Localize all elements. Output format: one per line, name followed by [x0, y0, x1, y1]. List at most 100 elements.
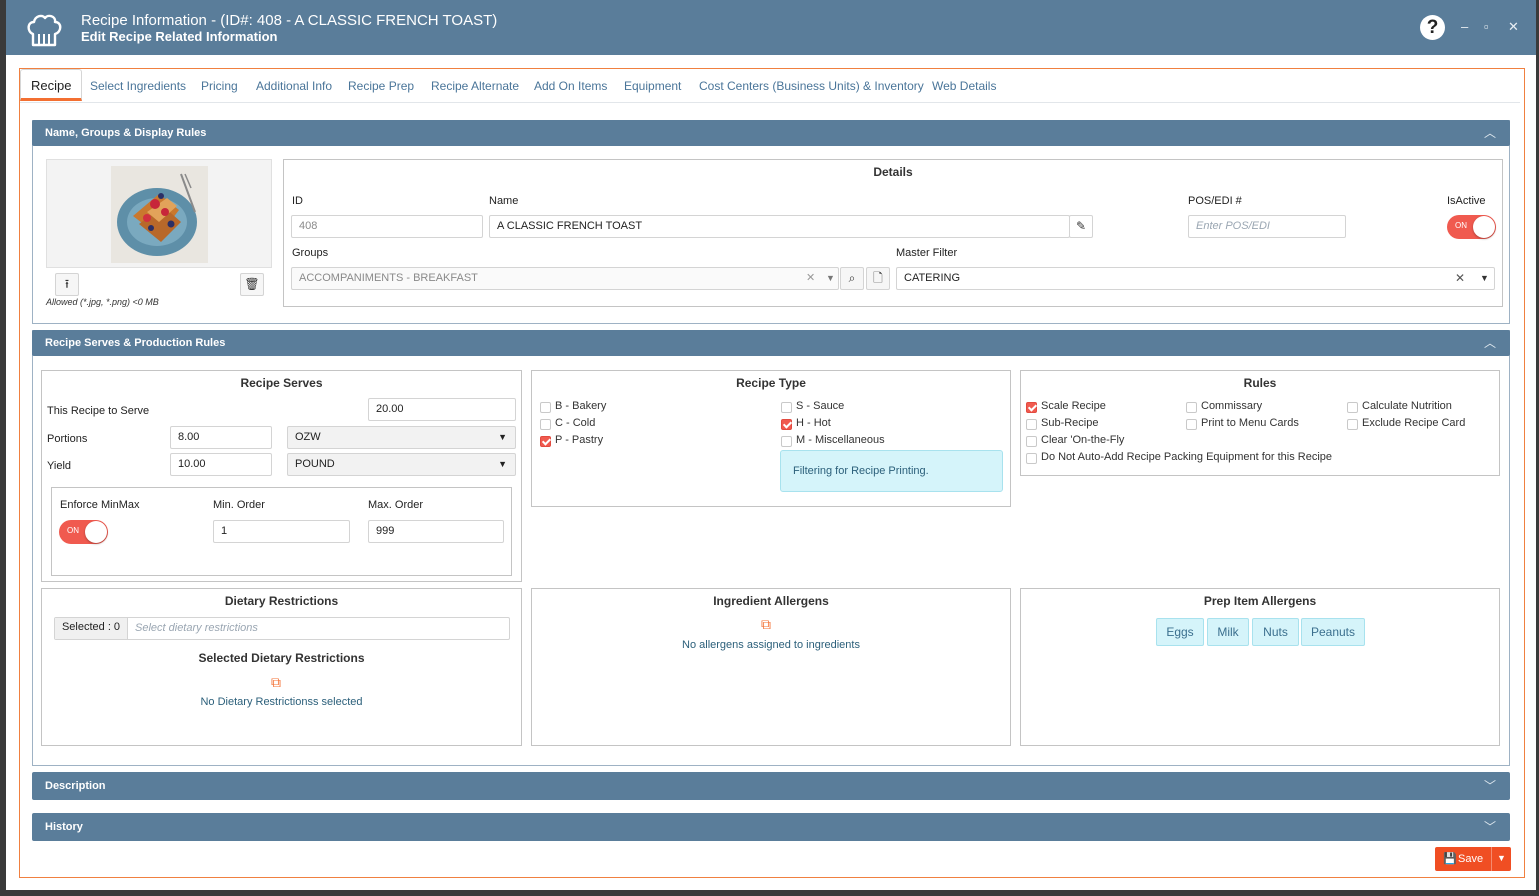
- isactive-toggle-on: ON: [1455, 221, 1467, 230]
- tab-recipe[interactable]: Recipe: [20, 69, 83, 101]
- max-order-input[interactable]: 999: [368, 520, 504, 543]
- yield-input[interactable]: 10.00: [170, 453, 272, 476]
- chevron-down-icon[interactable]: ﹀: [1484, 772, 1496, 800]
- allergen-chip[interactable]: Eggs: [1156, 618, 1204, 646]
- scale-recipe-label: Scale Recipe: [1041, 400, 1106, 412]
- save-button[interactable]: 💾 Save ▼: [1435, 847, 1511, 871]
- bakery-checkbox[interactable]: [540, 402, 551, 413]
- rules-title: Rules: [1243, 376, 1277, 390]
- to-serve-label: This Recipe to Serve: [47, 405, 150, 417]
- trash-icon[interactable]: 🗑: [240, 273, 264, 296]
- history-header[interactable]: History ﹀: [32, 813, 1510, 841]
- chevron-up-icon[interactable]: ︿: [1484, 330, 1496, 356]
- clear-icon[interactable]: ✕: [1455, 268, 1465, 289]
- sauce-label: S - Sauce: [796, 400, 845, 412]
- pos-label: POS/EDI #: [1188, 195, 1242, 207]
- master-filter-select[interactable]: CATERING ✕ ▼: [896, 267, 1495, 290]
- enforce-minmax-label: Enforce MinMax: [60, 499, 140, 511]
- description-title: Description: [45, 780, 106, 792]
- calculate-nutrition-checkbox[interactable]: [1347, 402, 1358, 413]
- groups-select[interactable]: ACCOMPANIMENTS - BREAKFAST ✕ ▼: [291, 267, 839, 290]
- groups-label: Groups: [292, 247, 329, 259]
- serves-production-header[interactable]: Recipe Serves & Production Rules ︿: [32, 330, 1510, 356]
- tab-cost-centers[interactable]: Cost Centers (Business Units) & Inventor…: [699, 79, 924, 93]
- isactive-toggle[interactable]: ON: [1447, 215, 1496, 239]
- name-groups-header[interactable]: Name, Groups & Display Rules ︿: [32, 120, 1510, 146]
- allergen-chip[interactable]: Nuts: [1252, 618, 1299, 646]
- hot-checkbox[interactable]: [781, 419, 792, 430]
- enforce-toggle-on: ON: [67, 526, 79, 535]
- print-menu-cards-checkbox[interactable]: [1186, 419, 1197, 430]
- allergen-chip[interactable]: Peanuts: [1301, 618, 1365, 646]
- scale-recipe-checkbox[interactable]: [1026, 402, 1037, 413]
- portions-unit-select[interactable]: OZW ▼: [287, 426, 516, 449]
- master-filter-value: CATERING: [904, 272, 961, 284]
- tab-select-ingredients[interactable]: Select Ingredients: [90, 79, 186, 93]
- pastry-checkbox[interactable]: [540, 436, 551, 447]
- cold-checkbox[interactable]: [540, 419, 551, 430]
- isactive-label: IsActive: [1447, 195, 1486, 207]
- clear-on-the-fly-checkbox[interactable]: [1026, 436, 1037, 447]
- ingredient-allergens-title: Ingredient Allergens: [713, 594, 829, 608]
- toggle-knob: [1473, 216, 1495, 238]
- miscellaneous-label: M - Miscellaneous: [796, 434, 885, 446]
- minimize-button[interactable]: –: [1461, 19, 1468, 34]
- id-field[interactable]: 408: [291, 215, 483, 238]
- clear-on-the-fly-label: Clear 'On-the-Fly: [1041, 434, 1125, 446]
- master-filter-label: Master Filter: [896, 247, 958, 259]
- allergen-chip-list: Eggs Milk Nuts Peanuts: [1156, 618, 1366, 646]
- tab-web-details[interactable]: Web Details: [932, 79, 996, 93]
- search-icon[interactable]: ⌕: [840, 267, 864, 290]
- tab-additional-info[interactable]: Additional Info: [256, 79, 332, 93]
- sub-recipe-checkbox[interactable]: [1026, 419, 1037, 430]
- yield-label: Yield: [47, 460, 72, 472]
- exclude-recipe-card-checkbox[interactable]: [1347, 419, 1358, 430]
- maximize-button[interactable]: ▫: [1484, 19, 1489, 34]
- chef-hat-icon: [27, 14, 62, 47]
- chevron-down-icon[interactable]: ▼: [826, 268, 835, 289]
- dietary-empty-text: No Dietary Restrictionss selected: [200, 696, 363, 708]
- pencil-icon[interactable]: ✎: [1069, 215, 1093, 238]
- no-auto-add-equipment-checkbox[interactable]: [1026, 453, 1037, 464]
- save-icon: 💾: [1443, 853, 1457, 865]
- chevron-up-icon[interactable]: ︿: [1484, 120, 1496, 146]
- tab-recipe-prep[interactable]: Recipe Prep: [348, 79, 414, 93]
- exclude-recipe-card-label: Exclude Recipe Card: [1362, 417, 1466, 429]
- name-label: Name: [489, 195, 519, 207]
- tab-pricing[interactable]: Pricing: [201, 79, 238, 93]
- min-order-input[interactable]: 1: [213, 520, 350, 543]
- chevron-down-icon[interactable]: ﹀: [1484, 813, 1496, 841]
- description-header[interactable]: Description ﹀: [32, 772, 1510, 800]
- portions-label: Portions: [47, 433, 88, 445]
- serves-production-title: Recipe Serves & Production Rules: [45, 337, 226, 349]
- caret-down-icon[interactable]: ▼: [1497, 853, 1506, 863]
- groups-value: ACCOMPANIMENTS - BREAKFAST: [299, 272, 478, 284]
- copy-icon: ⧉: [761, 616, 771, 632]
- tab-equipment[interactable]: Equipment: [624, 79, 681, 93]
- clear-icon[interactable]: ✕: [806, 268, 815, 289]
- name-field[interactable]: A CLASSIC FRENCH TOAST: [489, 215, 1070, 238]
- max-order-label: Max. Order: [368, 499, 424, 511]
- tab-recipe-alternate[interactable]: Recipe Alternate: [431, 79, 519, 93]
- title-bar: Recipe Information - (ID#: 408 - A CLASS…: [6, 0, 1536, 55]
- pos-edi-input[interactable]: Enter POS/EDI: [1188, 215, 1346, 238]
- chevron-down-icon[interactable]: ▼: [1480, 268, 1489, 289]
- prep-allergens-box: [1020, 588, 1500, 746]
- close-button[interactable]: ✕: [1508, 19, 1519, 35]
- commissary-checkbox[interactable]: [1186, 402, 1197, 413]
- dietary-restrictions-title: Dietary Restrictions: [224, 594, 339, 608]
- dietary-placeholder: Select dietary restrictions: [135, 622, 258, 634]
- upload-icon[interactable]: ⭱: [55, 273, 79, 296]
- ingredient-allergens-box: [531, 588, 1011, 746]
- allergen-chip[interactable]: Milk: [1207, 618, 1249, 646]
- miscellaneous-checkbox[interactable]: [781, 436, 792, 447]
- sauce-checkbox[interactable]: [781, 402, 792, 413]
- add-document-icon[interactable]: 🗋: [866, 267, 890, 290]
- portions-input[interactable]: 8.00: [170, 426, 272, 449]
- enforce-minmax-toggle[interactable]: ON: [59, 520, 108, 544]
- chevron-down-icon: ▼: [498, 459, 507, 469]
- to-serve-input[interactable]: 20.00: [368, 398, 516, 421]
- yield-unit-select[interactable]: POUND ▼: [287, 453, 516, 476]
- help-icon[interactable]: ?: [1420, 15, 1445, 40]
- tab-add-on-items[interactable]: Add On Items: [534, 79, 607, 93]
